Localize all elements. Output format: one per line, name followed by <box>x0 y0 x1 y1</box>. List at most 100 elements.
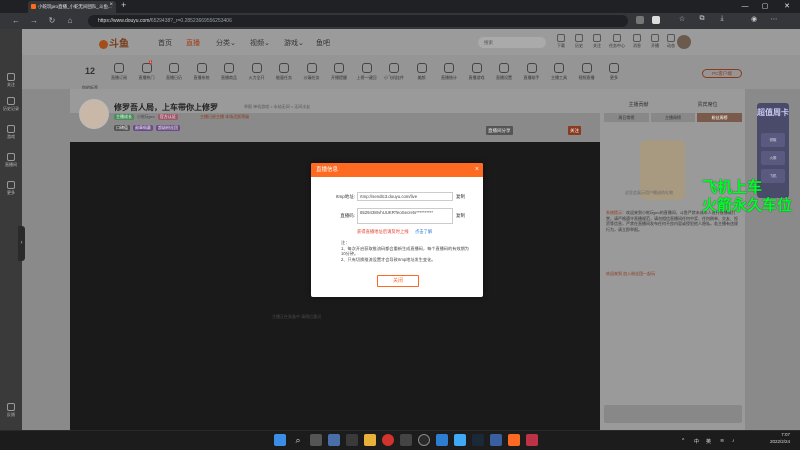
subtab-fans[interactable]: 粉丝周榜 <box>697 113 743 122</box>
banner-item[interactable]: 飞机 <box>761 169 785 183</box>
nav-video[interactable]: 视频⌄ <box>250 38 270 48</box>
maximize-button[interactable]: ▢ <box>755 0 775 13</box>
wifi-icon[interactable]: ≋ <box>720 438 724 444</box>
rtmp-url-field[interactable]: rtmp://sendtc3.douyu.com/live <box>357 192 453 201</box>
header-follow[interactable]: 关注 <box>588 34 606 49</box>
leftnav-item-history[interactable]: 历史记录 <box>0 97 22 112</box>
medal-chip[interactable]: 勋章佩戴 <box>133 125 153 131</box>
collections-icon[interactable]: ⧉ <box>696 15 708 23</box>
task-view-icon[interactable] <box>310 434 322 446</box>
leftnav-item-more[interactable]: 更多 <box>0 181 22 196</box>
ime-indicator[interactable]: 中 <box>694 438 699 445</box>
menu-icon[interactable]: ⋯ <box>768 15 780 23</box>
douyu-logo[interactable]: 斗鱼 <box>99 35 129 50</box>
streamer-avatar[interactable] <box>79 99 109 129</box>
tool-item[interactable]: 美颜 <box>409 63 435 81</box>
tool-item[interactable]: 直播商品 <box>216 63 242 81</box>
learn-more-link[interactable]: 点击了解 <box>415 229 432 235</box>
tab-close-icon[interactable]: × <box>109 2 113 8</box>
chat-icon[interactable] <box>346 434 358 446</box>
obs-icon[interactable] <box>418 434 430 446</box>
banner-item[interactable]: 领取 <box>761 133 785 147</box>
leftnav-item-follow[interactable]: 关注 <box>0 73 22 88</box>
nav-home[interactable]: 首页 <box>158 38 172 48</box>
tag-chip[interactable]: 官方认证 <box>157 114 178 120</box>
tab-contribution[interactable]: 主播贡献 <box>604 101 673 110</box>
tool-item[interactable]: 直播设置 <box>491 63 517 81</box>
tool-item[interactable]: 直播系统 <box>189 63 215 81</box>
room-category[interactable]: 举报 单机游戏 > 永劫无间 > 无间水友 <box>244 104 310 110</box>
reload-icon[interactable]: ↻ <box>46 14 58 28</box>
chat-input[interactable] <box>604 405 742 423</box>
streamer-name[interactable]: 小蛇玩pro <box>137 114 155 120</box>
search-icon[interactable]: ⌕ <box>292 434 304 446</box>
edge-icon[interactable] <box>436 434 448 446</box>
dialog-close-button[interactable]: 关闭 <box>377 275 419 287</box>
leftnav-item-rooms[interactable]: 直播间 <box>0 153 22 168</box>
app-icon[interactable] <box>490 434 502 446</box>
nav-category[interactable]: 分类⌄ <box>216 38 236 48</box>
steam-icon[interactable] <box>472 434 484 446</box>
leftnav-item-games[interactable]: 游戏 <box>0 125 22 140</box>
subtab-daily[interactable]: 周日常榜 <box>604 113 649 122</box>
forward-icon[interactable]: → <box>28 14 40 28</box>
header-download[interactable]: 下载 <box>552 34 570 49</box>
address-bar[interactable]: https://www.douyu.com/6529438?_r=0.28523… <box>88 15 628 27</box>
pc-client-button[interactable]: PC客户端 <box>702 69 742 78</box>
tool-item[interactable]: 上榜一键回 <box>354 63 380 81</box>
tool-item[interactable]: 直播日历 <box>161 63 187 81</box>
widgets-icon[interactable] <box>328 434 340 446</box>
tab-vip[interactable]: 贵宾席位 <box>673 101 742 110</box>
user-avatar[interactable] <box>677 35 691 49</box>
header-messages[interactable]: 消息 <box>628 34 646 49</box>
leftnav-feedback[interactable]: 反馈 <box>0 403 22 418</box>
copy-rtmp-button[interactable]: 复制 <box>456 194 465 200</box>
app-icon[interactable] <box>400 434 412 446</box>
tool-item[interactable]: 直播订阅 <box>106 63 132 81</box>
extension-icon[interactable] <box>652 16 660 24</box>
tool-item[interactable]: 视频直播 <box>574 63 600 81</box>
ime-indicator[interactable]: 英 <box>706 438 711 445</box>
dialog-close-icon[interactable]: × <box>475 163 479 177</box>
follow-button[interactable]: 关注 <box>568 126 581 135</box>
tool-item[interactable]: 直播热门 1 <box>134 60 160 81</box>
tool-item[interactable]: 沙漏任务 <box>299 63 325 81</box>
profile-icon[interactable]: ◉ <box>748 15 760 23</box>
home-icon[interactable]: ⌂ <box>64 14 76 28</box>
taskbar-clock[interactable]: 7:07 2022/2/24 <box>750 432 790 445</box>
netease-music-icon[interactable] <box>382 434 394 446</box>
extension-icon[interactable] <box>636 16 644 24</box>
header-history[interactable]: 历史 <box>570 34 588 49</box>
tray-overflow-icon[interactable]: ^ <box>682 438 684 444</box>
subtab-weekly[interactable]: 主播周榜 <box>650 113 696 122</box>
downloads-icon[interactable]: ⤓ <box>716 15 728 23</box>
app-icon[interactable] <box>526 434 538 446</box>
file-explorer-icon[interactable] <box>364 434 376 446</box>
new-tab-button[interactable]: + <box>121 0 126 10</box>
volume-icon[interactable]: ♪ <box>732 438 735 444</box>
copy-key-button[interactable]: 复制 <box>456 213 465 219</box>
nav-live[interactable]: 直播 <box>186 38 200 48</box>
tool-item[interactable]: 直播游戏 <box>464 63 490 81</box>
tool-item[interactable]: 主播工具 <box>546 63 572 81</box>
tool-item[interactable]: 更多 <box>601 63 627 81</box>
banner-item[interactable]: 火箭 <box>761 151 785 165</box>
tool-item[interactable]: 直播统计 <box>436 63 462 81</box>
tool-item[interactable]: 开播提醒 <box>326 63 352 81</box>
minimize-button[interactable]: — <box>735 0 755 13</box>
share-room-button[interactable]: 直播间分享 <box>486 126 513 135</box>
close-window-button[interactable]: ✕ <box>777 0 797 13</box>
back-icon[interactable]: ← <box>10 14 22 28</box>
start-icon[interactable] <box>274 434 286 446</box>
stream-key-field[interactable]: 6529438rvhUUKRTeoSecrets********** <box>357 208 453 224</box>
favorites-icon[interactable]: ☆ <box>676 15 688 23</box>
tool-item[interactable]: 能量任务 <box>271 63 297 81</box>
douyu-app-icon[interactable] <box>508 434 520 446</box>
app-icon[interactable] <box>454 434 466 446</box>
nav-fishbar[interactable]: 鱼吧 <box>316 38 330 48</box>
nav-game[interactable]: 游戏⌄ <box>284 38 304 48</box>
tool-item[interactable]: 火力全开 <box>244 63 270 81</box>
reputation-chip[interactable]: 口碑值 <box>114 125 130 131</box>
header-tasks[interactable]: 任务中心 <box>608 34 626 49</box>
tool-item[interactable]: 直播助手 <box>519 63 545 81</box>
